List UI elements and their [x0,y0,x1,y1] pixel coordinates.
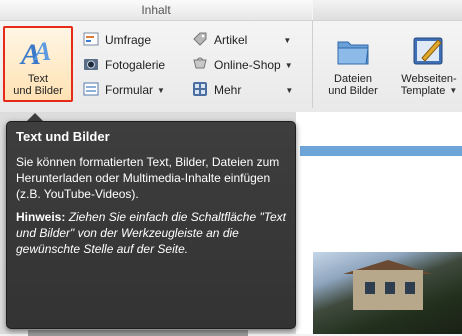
photo-gallery-label: Fotogalerie [105,58,166,72]
form-label: Formular [105,83,154,97]
text-images-icon: A A [19,37,51,70]
tooltip-hint: Hinweis: Ziehen Sie einfach die Schaltfl… [16,209,286,257]
template-icon [413,37,443,65]
svg-text:A: A [32,37,51,66]
chevron-down-icon: ▼ [157,86,165,95]
website-template-label-1: Webseiten- [401,73,457,85]
text-and-images-button[interactable]: A A Text und Bilder [3,26,73,102]
text-and-images-label-2: und Bilder [13,85,63,97]
tooltip-text-and-images: Text und Bilder Sie können formatierten … [6,121,296,329]
page-header-strip [300,146,462,156]
more-label: Mehr [214,83,242,97]
group-separator [312,20,313,108]
chevron-down-icon: ▼ [283,36,292,45]
form-button[interactable]: Formular ▼ [83,80,165,100]
page-photo [313,252,462,334]
files-and-images-label-2: und Bilder [328,85,378,97]
poll-label: Umfrage [105,33,152,47]
online-shop-button[interactable]: Online-Shop ▼ [192,55,293,75]
photo-window [405,282,415,294]
tooltip-hint-label: Hinweis: [16,210,66,224]
poll-icon [83,32,99,46]
article-label: Artikel [214,33,248,47]
more-icon [193,82,207,96]
group-header-right [313,0,462,21]
chevron-down-icon: ▼ [285,86,294,95]
poll-button[interactable]: Umfrage [83,30,151,50]
photo-window [365,282,375,294]
website-template-button[interactable]: Webseiten- Template ▼ [394,26,462,102]
files-and-images-label-1: Dateien [334,73,372,85]
tag-icon [193,32,207,46]
photo-gallery-icon [84,59,98,70]
online-shop-label: Online-Shop [214,58,281,72]
files-and-images-button[interactable]: Dateien und Bilder [318,26,388,102]
text-and-images-label-1: Text [27,73,49,85]
article-button[interactable]: Artikel ▼ [192,30,291,50]
photo-window [385,282,395,294]
chevron-down-icon: ▼ [449,86,458,95]
folder-icon [337,41,369,65]
more-button[interactable]: Mehr ▼ [192,80,293,100]
chevron-down-icon: ▼ [284,61,293,70]
shop-icon [193,57,207,69]
tooltip-body: Sie können formatierten Text, Bilder, Da… [16,155,280,201]
website-template-label-2: Template [400,85,446,97]
form-icon [83,82,99,96]
group-header-inhalt: Inhalt [0,0,312,21]
tooltip-title: Text und Bilder [16,129,110,144]
photo-gallery-button[interactable]: Fotogalerie [83,55,165,75]
panel-footer-strip [28,330,248,336]
